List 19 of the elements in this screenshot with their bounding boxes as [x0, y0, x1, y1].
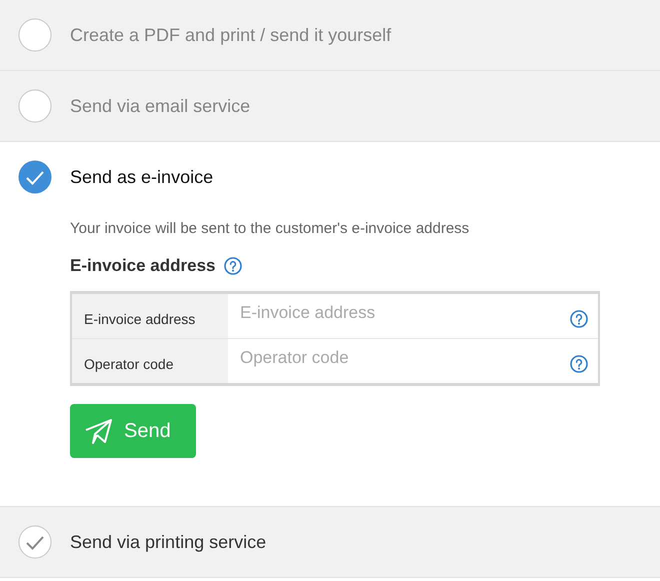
radio-button[interactable]: [18, 89, 52, 123]
radio-button[interactable]: [18, 160, 52, 194]
paper-plane-icon: [84, 417, 114, 445]
help-icon[interactable]: [570, 310, 588, 328]
field-label: Operator code: [72, 339, 228, 383]
help-icon[interactable]: [570, 355, 588, 373]
option-label[interactable]: Send via printing service: [70, 532, 266, 552]
radio-button[interactable]: [18, 18, 52, 52]
send-button[interactable]: Send: [70, 404, 196, 458]
option-label[interactable]: Create a PDF and print / send it yourself: [70, 24, 392, 46]
input-field[interactable]: Operator code: [240, 348, 562, 368]
section-heading: E-invoice address: [70, 256, 216, 276]
radio-button[interactable]: [18, 525, 52, 559]
input-field[interactable]: E-invoice address: [240, 303, 562, 323]
description: Your invoice will be sent to the customer's e-invoice address: [70, 220, 470, 239]
help-icon[interactable]: [224, 257, 242, 275]
option-label[interactable]: Send as e-invoice: [70, 166, 214, 188]
field-label: E-invoice address: [72, 294, 228, 338]
option-label[interactable]: Send via email service: [70, 96, 250, 116]
